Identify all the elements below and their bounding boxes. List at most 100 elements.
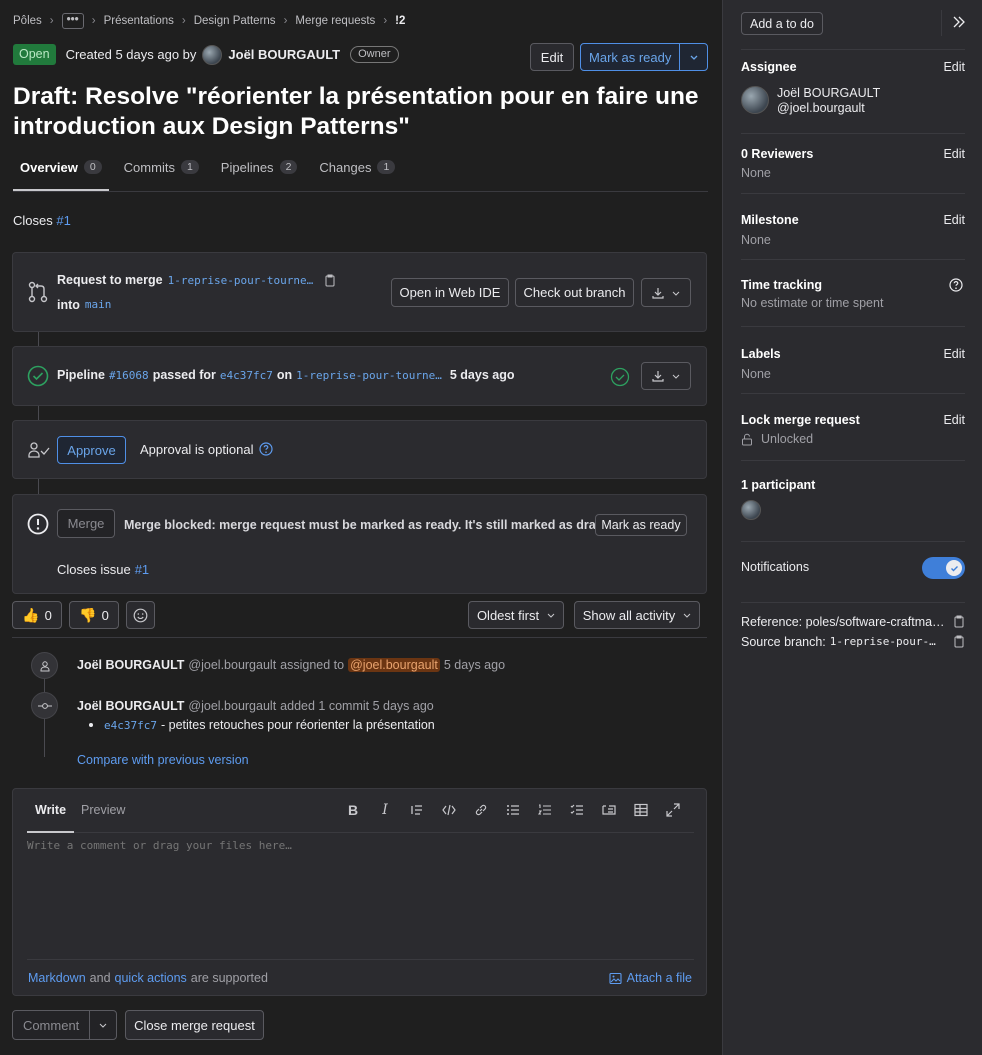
checkout-branch-button[interactable]: Check out branch: [515, 278, 634, 307]
breadcrumb-item[interactable]: Merge requests: [295, 15, 375, 27]
participants-section: 1 participant: [741, 478, 965, 542]
close-mr-button[interactable]: Close merge request: [125, 1010, 264, 1040]
commit-link[interactable]: e4c37fc7: [220, 369, 273, 382]
comment-split-button[interactable]: Comment: [12, 1010, 117, 1040]
collapsible-icon[interactable]: [602, 803, 616, 817]
source-branch-link[interactable]: 1-reprise-pour-tourne…: [168, 274, 314, 287]
event-action: added 1 commit 5 days ago: [280, 699, 434, 713]
milestone-value: None: [741, 233, 771, 247]
tab-commits[interactable]: Commits 1: [117, 150, 206, 191]
event-handle[interactable]: @joel.bourgault: [188, 699, 276, 713]
breadcrumb-item[interactable]: Pôles: [13, 15, 42, 27]
copy-icon[interactable]: [953, 615, 965, 629]
breadcrumb-current[interactable]: !2: [395, 15, 405, 27]
merge-widget: Merge Merge blocked: merge request must …: [12, 494, 707, 594]
commit-link[interactable]: e4c37fc7: [104, 719, 157, 732]
copy-icon[interactable]: [953, 635, 965, 649]
chevron-down-icon[interactable]: [679, 44, 707, 70]
commit-list-item: e4c37fc7 - petites retouches pour réorie…: [89, 718, 435, 732]
artifacts-dropdown[interactable]: [641, 362, 691, 390]
edit-reviewers-button[interactable]: Edit: [943, 147, 965, 161]
target-branch-link[interactable]: main: [85, 298, 112, 312]
link-icon[interactable]: [474, 803, 488, 817]
tab-write[interactable]: Write: [27, 789, 75, 833]
activity-filter-dropdown[interactable]: Show all activity: [574, 601, 700, 629]
thumbs-down-button[interactable]: 👎 0: [69, 601, 119, 629]
avatar[interactable]: [741, 86, 769, 114]
pipeline-widget: Pipeline #16068 passed for e4c37fc7 on 1…: [12, 346, 707, 406]
edit-assignee-button[interactable]: Edit: [943, 60, 965, 74]
numbered-list-icon[interactable]: [538, 803, 552, 817]
assignee-name: Joël BOURGAULT: [777, 86, 881, 100]
markdown-link[interactable]: Markdown: [28, 971, 86, 985]
tab-pipelines[interactable]: Pipelines 2: [214, 150, 305, 191]
tab-label: Commits: [123, 160, 175, 175]
comment-label: Comment: [22, 1017, 80, 1033]
quick-actions-link[interactable]: quick actions: [115, 971, 187, 985]
author-name[interactable]: Joël BOURGAULT: [228, 47, 340, 62]
italic-icon[interactable]: I: [378, 802, 392, 818]
bullet-list-icon[interactable]: [506, 803, 520, 817]
approve-button[interactable]: Approve: [57, 436, 126, 464]
tab-overview[interactable]: Overview 0: [13, 150, 109, 191]
notifications-toggle[interactable]: [922, 557, 965, 579]
comment-textarea[interactable]: [27, 839, 694, 957]
section-title: Milestone: [741, 213, 799, 227]
event-handle[interactable]: @joel.bourgault: [188, 658, 276, 672]
compare-link[interactable]: Compare with previous version: [77, 753, 249, 767]
breadcrumb-item[interactable]: Design Patterns: [194, 15, 276, 27]
lock-section: Lock merge request Edit Unlocked: [741, 413, 965, 461]
bold-icon[interactable]: B: [346, 802, 360, 818]
attach-file-button[interactable]: Attach a file: [609, 971, 692, 985]
issue-link[interactable]: #1: [135, 562, 149, 577]
assignee-handle: @joel.bourgault: [777, 101, 865, 115]
time-tracking-value: No estimate or time spent: [741, 296, 884, 310]
chevron-right-icon: ›: [181, 15, 186, 27]
help-icon[interactable]: [949, 278, 963, 292]
add-todo-button[interactable]: Add a to do: [741, 12, 823, 35]
event-author[interactable]: Joël BOURGAULT: [77, 658, 184, 672]
fullscreen-icon[interactable]: [666, 803, 680, 817]
tab-preview[interactable]: Preview: [81, 803, 125, 817]
thumbs-down-count: 0: [101, 607, 109, 623]
avatar[interactable]: [202, 44, 223, 65]
issue-link[interactable]: #1: [56, 213, 70, 228]
labels-value: None: [741, 367, 771, 381]
event-author[interactable]: Joël BOURGAULT: [77, 699, 184, 713]
chevron-down-icon[interactable]: [89, 1011, 116, 1039]
user-mention[interactable]: @joel.bourgault: [348, 658, 440, 672]
pipeline-link[interactable]: #16068: [109, 369, 149, 382]
breadcrumb-more-button[interactable]: •••: [61, 13, 84, 29]
assignee-info[interactable]: Joël BOURGAULT @joel.bourgault: [777, 86, 880, 116]
breadcrumb-item[interactable]: Présentations: [104, 15, 174, 27]
merge-button[interactable]: Merge: [57, 509, 115, 538]
source-branch-line: Source branch: 1-reprise-pour-…: [741, 635, 965, 649]
thumbs-up-button[interactable]: 👍 0: [12, 601, 62, 629]
code-icon[interactable]: [442, 803, 456, 817]
avatar[interactable]: [741, 500, 761, 520]
lock-status: Unlocked: [741, 432, 965, 446]
edit-labels-button[interactable]: Edit: [943, 347, 965, 361]
supported-text: are supported: [190, 971, 268, 985]
tab-changes[interactable]: Changes 1: [312, 150, 402, 191]
quote-icon[interactable]: [410, 803, 424, 817]
edit-milestone-button[interactable]: Edit: [943, 213, 965, 227]
add-reaction-button[interactable]: [126, 601, 155, 629]
mark-ready-inline-button[interactable]: Mark as ready: [595, 514, 687, 536]
mark-ready-button[interactable]: Mark as ready: [580, 43, 708, 71]
sort-dropdown[interactable]: Oldest first: [468, 601, 564, 629]
branch-link[interactable]: 1-reprise-pour-tourne…: [296, 369, 442, 382]
task-list-icon[interactable]: [570, 803, 584, 817]
stage-success-icon[interactable]: [610, 367, 630, 387]
section-title: Time tracking: [741, 278, 823, 292]
open-web-ide-button[interactable]: Open in Web IDE: [391, 278, 509, 307]
table-icon[interactable]: [634, 803, 648, 817]
status-success-icon[interactable]: [27, 365, 49, 387]
edit-lock-button[interactable]: Edit: [943, 413, 965, 427]
edit-button[interactable]: Edit: [530, 43, 574, 71]
download-dropdown[interactable]: [641, 278, 691, 307]
reference-line: Reference: poles/software-craftma…: [741, 615, 965, 629]
question-icon[interactable]: [259, 442, 273, 456]
collapse-sidebar-icon[interactable]: [953, 16, 965, 28]
copy-icon[interactable]: [324, 274, 336, 287]
